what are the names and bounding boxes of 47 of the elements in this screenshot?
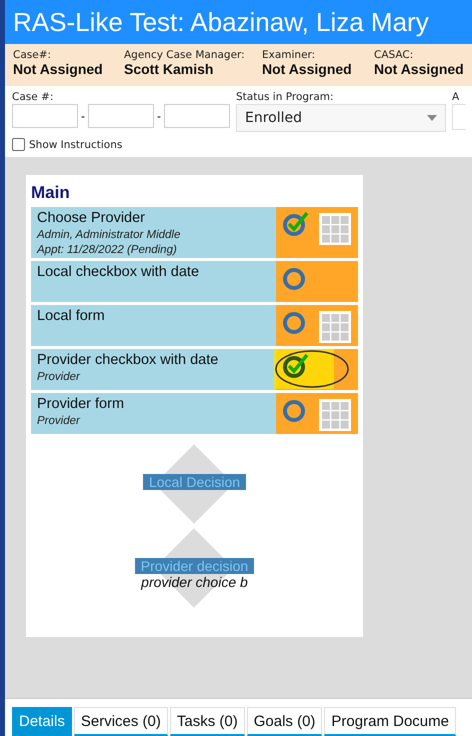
info-label: Case#: — [13, 49, 52, 61]
field-label: A — [452, 91, 460, 103]
grid-icon[interactable] — [319, 399, 351, 431]
decision-choice: provider choice b — [141, 574, 248, 590]
checked-circle-icon[interactable] — [282, 211, 310, 237]
info-value: Scott Kamish — [124, 61, 214, 77]
step-title: Provider checkbox with date — [37, 352, 220, 368]
step-detail: Provider — [37, 415, 82, 427]
step-title: Provider form — [37, 396, 126, 412]
separator-text: - — [80, 110, 86, 122]
step-title: Choose Provider — [37, 210, 146, 226]
info-label: Agency Case Manager: — [124, 49, 246, 61]
step-card[interactable]: Provider checkbox with date Provider — [31, 349, 276, 390]
step-title: Local form — [37, 308, 106, 324]
field-label: Status in Program: — [236, 91, 335, 103]
grid-icon[interactable] — [319, 213, 351, 245]
step-detail: Admin, Administrator Middle — [37, 229, 182, 241]
info-value: Not Assigned — [374, 61, 464, 77]
window-title: RAS-Like Test: Abazinaw, Liza Mary — [13, 6, 429, 38]
field-label: Case #: — [12, 91, 54, 103]
tab[interactable]: Program Docume — [324, 707, 456, 736]
step-title: Local checkbox with date — [37, 264, 200, 280]
input-field[interactable] — [12, 104, 78, 128]
tab[interactable]: Tasks (0) — [170, 707, 245, 736]
info-value: Not Assigned — [262, 61, 353, 77]
step-card[interactable]: Provider form Provider — [31, 393, 276, 434]
step-detail: Appt: 11/28/2022 (Pending) — [37, 244, 178, 256]
info-label: CASAC: — [374, 49, 414, 61]
step-card[interactable]: Local form — [31, 305, 276, 346]
input-field[interactable] — [452, 104, 466, 130]
step-card[interactable]: Choose Provider Admin, Administrator Middle Appt: 11/28/2022 (Pending) — [31, 207, 276, 258]
workflow-title: Main — [31, 183, 71, 203]
checkbox-label: Show Instructions — [29, 138, 122, 150]
checkbox[interactable] — [12, 138, 25, 151]
checked-circle-icon[interactable] — [282, 353, 310, 379]
input-field[interactable] — [88, 104, 154, 128]
tab[interactable]: Services (0) — [74, 707, 168, 736]
step-card[interactable]: Local checkbox with date — [31, 261, 276, 302]
status-dropdown[interactable]: Enrolled — [236, 104, 446, 132]
grid-icon[interactable] — [319, 311, 351, 343]
tab[interactable]: Goals (0) — [246, 707, 322, 736]
input-field[interactable] — [164, 104, 230, 128]
separator-text: - — [156, 110, 162, 122]
dropdown-arrow-icon — [427, 115, 437, 121]
step-detail: Provider — [37, 371, 82, 383]
info-value: Not Assigned — [13, 61, 104, 77]
info-label: Examiner: — [262, 49, 316, 61]
